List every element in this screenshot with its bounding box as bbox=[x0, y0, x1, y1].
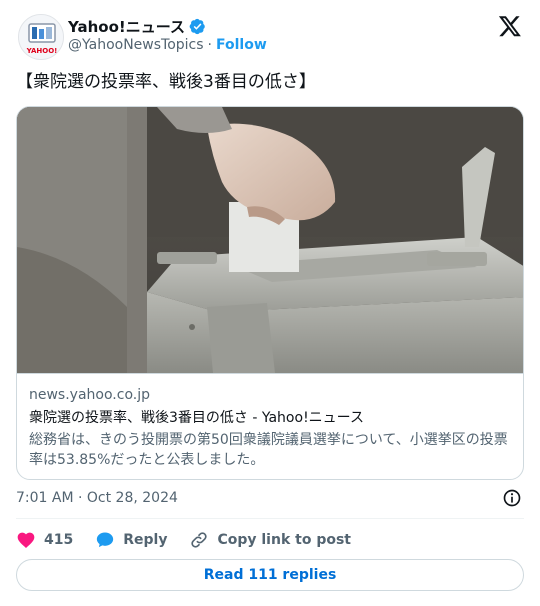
tweet-embed: YAHOO! Yahoo!ニュース @YahooNewsTopics · Fol… bbox=[0, 0, 540, 606]
reply-label: Reply bbox=[123, 532, 168, 548]
link-card[interactable]: news.yahoo.co.jp 衆院選の投票率、戦後3番目の低さ - Yaho… bbox=[16, 106, 524, 480]
author-handle[interactable]: @YahooNewsTopics bbox=[68, 37, 204, 53]
verified-badge-icon bbox=[189, 18, 205, 35]
avatar-image: YAHOO! bbox=[19, 15, 63, 59]
heart-icon bbox=[17, 532, 35, 548]
info-icon[interactable] bbox=[502, 488, 522, 508]
link-card-image bbox=[17, 107, 523, 373]
reply-button[interactable]: Reply bbox=[95, 530, 167, 550]
link-title[interactable]: 衆院選の投票率、戦後3番目の低さ - Yahoo!ニュース bbox=[29, 408, 513, 428]
x-logo-icon[interactable] bbox=[498, 14, 522, 38]
follow-button[interactable]: Follow bbox=[216, 37, 267, 53]
link-description: 総務省は、きのう投開票の第50回衆議院議員選挙について、小選挙区の投票率は53.… bbox=[29, 432, 508, 468]
like-count: 415 bbox=[44, 532, 74, 548]
timestamp[interactable]: 7:01 AM · Oct 28, 2024 bbox=[16, 490, 178, 506]
divider bbox=[16, 518, 524, 519]
svg-text:YAHOO!: YAHOO! bbox=[26, 47, 58, 55]
separator-dot: · bbox=[207, 37, 212, 53]
action-bar: 415 Reply Copy link to post bbox=[16, 528, 524, 552]
link-domain: news.yahoo.co.jp bbox=[29, 387, 150, 403]
ballot-box-photo bbox=[17, 107, 523, 373]
link-card-info: news.yahoo.co.jp 衆院選の投票率、戦後3番目の低さ - Yaho… bbox=[17, 373, 523, 479]
like-button[interactable]: 415 bbox=[16, 530, 73, 550]
author-name-row: Yahoo!ニュース bbox=[68, 16, 206, 37]
copy-link-button[interactable]: Copy link to post bbox=[189, 530, 351, 550]
copy-link-label: Copy link to post bbox=[217, 532, 351, 548]
tweet-header: YAHOO! Yahoo!ニュース @YahooNewsTopics · Fol… bbox=[16, 12, 524, 64]
tweet-meta: 7:01 AM · Oct 28, 2024 bbox=[16, 488, 524, 510]
speech-bubble-icon bbox=[97, 532, 114, 548]
read-replies-button[interactable]: Read 111 replies bbox=[16, 559, 524, 591]
link-icon bbox=[191, 532, 208, 548]
avatar[interactable]: YAHOO! bbox=[18, 14, 64, 60]
author-handle-row: @YahooNewsTopics · Follow bbox=[68, 37, 267, 53]
author-name[interactable]: Yahoo!ニュース bbox=[68, 16, 185, 37]
tweet-text: 【衆院選の投票率、戦後3番目の低さ】 bbox=[16, 72, 316, 92]
